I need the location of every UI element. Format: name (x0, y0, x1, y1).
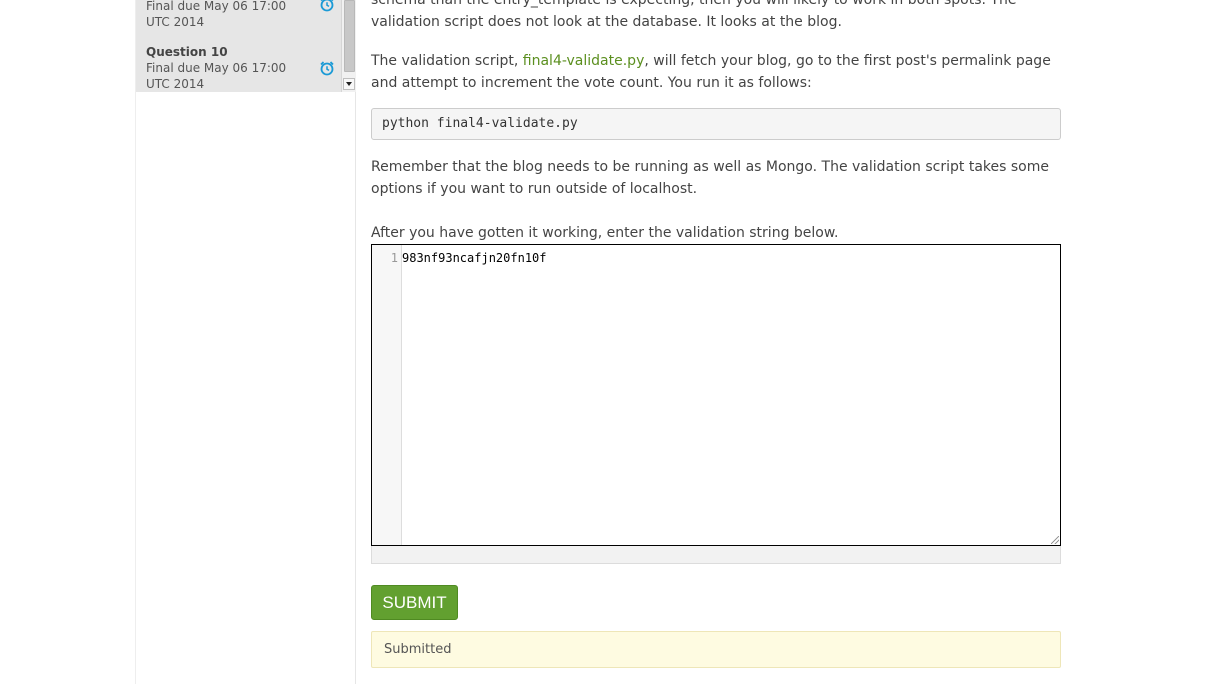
question-list[interactable]: Final due May 06 17:00 UTC 2014 Question… (136, 0, 341, 92)
instruction-text-answer: After you have gotten it working, enter … (371, 225, 839, 241)
alarm-clock-icon (320, 61, 334, 76)
editor-status-bar (371, 546, 1061, 564)
instruction-line: options if you want to run outside of lo… (371, 181, 698, 197)
alarm-clock-icon (320, 0, 334, 12)
instruction-line: schema than the entry_template is expect… (371, 0, 1017, 8)
instruction-line: , will fetch your blog, go to the first … (644, 53, 1051, 69)
list-item-question-9[interactable]: Final due May 06 17:00 UTC 2014 (146, 0, 336, 30)
scrollbar-thumb[interactable] (344, 0, 355, 72)
instruction-line: and attempt to increment the vote count.… (371, 75, 812, 91)
question-due: Final due May 06 17:00 (146, 0, 287, 13)
line-number: 1 (390, 251, 398, 265)
instruction-line: The validation script, (371, 53, 523, 69)
submit-button[interactable]: SUBMIT (371, 585, 458, 620)
question-tz: UTC 2014 (146, 15, 205, 29)
line-gutter: 1 (372, 245, 402, 545)
scroll-down-arrow-icon[interactable] (343, 78, 355, 90)
instruction-line: Remember that the blog needs to be runni… (371, 159, 1049, 175)
instruction-text-top: schema than the entry_template is expect… (371, 0, 1061, 33)
question-title: Question 10 (146, 45, 228, 59)
question-due: Final due May 06 17:00 (146, 61, 287, 75)
sidebar-scrollbar[interactable] (341, 0, 356, 92)
resize-handle-icon[interactable] (1051, 536, 1059, 544)
instruction-text-mongo: Remember that the blog needs to be runni… (371, 156, 1061, 200)
question-tz: UTC 2014 (146, 77, 205, 91)
sidebar-left-border (135, 0, 136, 684)
answer-input[interactable]: 983nf93ncafjn20fn10f (402, 251, 547, 265)
list-item-question-10[interactable]: Question 10 Final due May 06 17:00 UTC 2… (146, 44, 336, 92)
instruction-text-validate: The validation script, final4-validate.p… (371, 50, 1061, 94)
instruction-line: validation script does not look at the d… (371, 14, 842, 30)
answer-editor[interactable]: 1 983nf93ncafjn20fn10f (371, 244, 1061, 546)
submission-status: Submitted (371, 631, 1061, 668)
sidebar-right-border (355, 0, 356, 684)
code-block: python final4-validate.py (371, 108, 1061, 140)
validate-script-link[interactable]: final4-validate.py (523, 53, 645, 69)
